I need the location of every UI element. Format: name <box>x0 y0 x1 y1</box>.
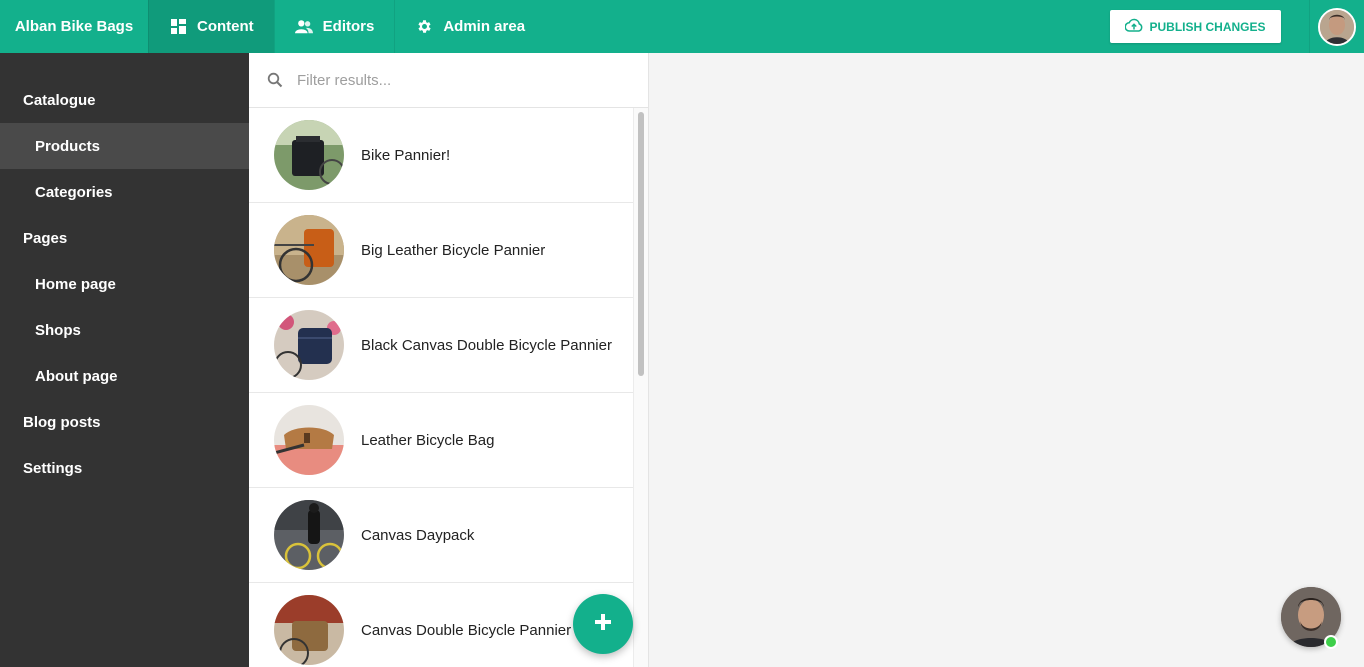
list-item-label: Canvas Double Bicycle Pannier <box>361 621 572 639</box>
product-thumbnail <box>274 215 344 285</box>
top-bar-spacer <box>545 0 1110 53</box>
list-item[interactable]: Bike Pannier! <box>249 108 633 203</box>
tab-editors[interactable]: Editors <box>273 0 395 53</box>
avatar[interactable] <box>1318 7 1356 46</box>
grid-icon <box>169 18 187 36</box>
list-item-label: Bike Pannier! <box>361 146 451 164</box>
sidebar-item-products[interactable]: Products <box>0 123 249 169</box>
product-list: Bike Pannier! Big Leather Bicycle Pannie… <box>249 108 633 667</box>
list-item-label: Leather Bicycle Bag <box>361 431 495 449</box>
sidebar-item-catalogue[interactable]: Catalogue <box>0 77 249 123</box>
list-item-label: Canvas Daypack <box>361 526 475 544</box>
list-item[interactable]: Black Canvas Double Bicycle Pannier <box>249 298 633 393</box>
tab-editors-label: Editors <box>322 18 375 35</box>
user-menu[interactable] <box>1309 0 1364 53</box>
sidebar-item-categories[interactable]: Categories <box>0 169 249 215</box>
list-item[interactable]: Big Leather Bicycle Pannier <box>249 203 633 298</box>
list-item-label: Big Leather Bicycle Pannier <box>361 241 546 259</box>
add-item-button[interactable] <box>573 594 633 654</box>
top-bar: Alban Bike Bags Content Editors Admin ar… <box>0 0 1364 53</box>
product-list-panel: Bike Pannier! Big Leather Bicycle Pannie… <box>249 53 649 667</box>
sidebar-item-blog-posts[interactable]: Blog posts <box>0 399 249 445</box>
brand-name[interactable]: Alban Bike Bags <box>0 0 148 53</box>
sidebar: Catalogue Products Categories Pages Home… <box>0 53 249 667</box>
search-icon <box>249 72 297 88</box>
list-item[interactable]: Canvas Daypack <box>249 488 633 583</box>
users-icon <box>294 18 313 36</box>
gear-icon <box>415 18 433 36</box>
search-bar <box>249 53 648 108</box>
plus-icon <box>593 612 613 637</box>
publish-changes-label: PUBLISH CHANGES <box>1149 19 1266 34</box>
product-thumbnail <box>274 500 344 570</box>
search-input[interactable] <box>297 71 597 89</box>
list-item-label: Black Canvas Double Bicycle Pannier <box>361 336 612 354</box>
sidebar-item-shops[interactable]: Shops <box>0 307 249 353</box>
product-thumbnail <box>274 405 344 475</box>
product-thumbnail <box>274 310 344 380</box>
publish-changes-button[interactable]: PUBLISH CHANGES <box>1110 10 1281 43</box>
sidebar-item-pages[interactable]: Pages <box>0 215 249 261</box>
sidebar-item-settings[interactable]: Settings <box>0 445 249 491</box>
tab-admin-area-label: Admin area <box>443 18 526 35</box>
list-scrollbar[interactable] <box>633 108 648 667</box>
tab-admin-area[interactable]: Admin area <box>394 0 545 53</box>
product-thumbnail <box>274 120 344 190</box>
online-status-indicator <box>1324 635 1338 649</box>
cloud-upload-icon <box>1124 18 1143 35</box>
product-thumbnail <box>274 595 344 665</box>
tab-content-label: Content <box>197 18 254 35</box>
sidebar-item-home-page[interactable]: Home page <box>0 261 249 307</box>
list-item[interactable]: Leather Bicycle Bag <box>249 393 633 488</box>
list-scrollbar-thumb[interactable] <box>638 112 644 376</box>
sidebar-item-about-page[interactable]: About page <box>0 353 249 399</box>
tab-content[interactable]: Content <box>148 0 274 53</box>
